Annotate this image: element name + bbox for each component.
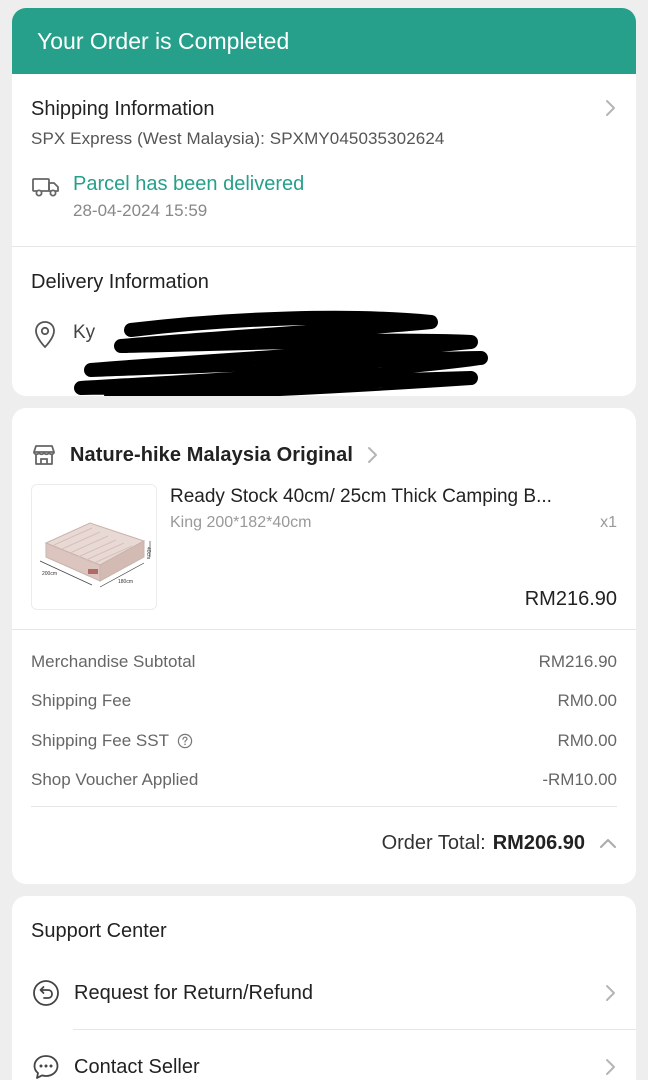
- delivery-address: Ky ...gor: [31, 310, 617, 396]
- shipping-fee-value: RM0.00: [557, 691, 617, 711]
- shop-name: Nature-hike Malaysia Original: [70, 443, 353, 466]
- chevron-right-icon: [606, 100, 615, 116]
- shipping-information-title: Shipping Information: [31, 98, 215, 120]
- truck-icon: [32, 178, 59, 197]
- support-center-title: Support Center: [31, 920, 167, 942]
- merchandise-subtotal-value: RM216.90: [538, 651, 617, 671]
- summary-row: Shop Voucher Applied -RM10.00: [31, 761, 617, 801]
- chevron-right-icon: [606, 985, 615, 1001]
- request-return-refund-item[interactable]: Request for Return/Refund: [12, 956, 636, 1030]
- delivery-information-title: Delivery Information: [31, 271, 209, 293]
- shipping-fee-label: Shipping Fee: [31, 691, 132, 711]
- contact-seller-item[interactable]: Contact Seller: [12, 1030, 636, 1080]
- shop-icon: [33, 445, 55, 465]
- thumb-height-label: 40cm: [145, 547, 151, 559]
- product-thumbnail: 200cm 180cm 40cm: [31, 484, 157, 610]
- order-details-card: Nature-hike Malaysia Original 200cm 180c…: [12, 408, 636, 884]
- product-title: Ready Stock 40cm/ 25cm Thick Camping B..…: [170, 486, 552, 507]
- order-total-row[interactable]: Order Total: RM206.90: [31, 807, 617, 879]
- order-total-label: Order Total:: [381, 831, 486, 854]
- tracking-status-row: Parcel has been delivered 28-04-2024 15:…: [31, 173, 617, 221]
- summary-row: Merchandise Subtotal RM216.90: [31, 642, 617, 682]
- order-total-value: RM206.90: [492, 831, 585, 854]
- redaction-scribble: [74, 310, 488, 396]
- merchandise-subtotal-label: Merchandise Subtotal: [31, 651, 196, 671]
- shop-header[interactable]: Nature-hike Malaysia Original: [12, 408, 636, 478]
- product-quantity: x1: [600, 514, 617, 531]
- chevron-right-icon: [606, 1059, 615, 1075]
- return-icon: [33, 980, 59, 1006]
- order-status-banner: Your Order is Completed: [12, 8, 636, 74]
- chat-icon: [33, 1055, 59, 1079]
- air-mattress-image: 200cm 180cm 40cm: [39, 522, 151, 588]
- tracking-status-text: Parcel has been delivered: [73, 173, 305, 195]
- order-status-card: Your Order is Completed Shipping Informa…: [12, 8, 636, 396]
- shipping-information-section[interactable]: Shipping Information SPX Express (West M…: [12, 74, 636, 247]
- shipping-fee-sst-label: Shipping Fee SST: [31, 730, 169, 750]
- summary-row: Shipping Fee SST RM0.00: [31, 721, 617, 761]
- price-summary: Merchandise Subtotal RM216.90 Shipping F…: [12, 630, 636, 879]
- support-center-card: Support Center Request for Return/Refund…: [12, 896, 636, 1080]
- question-mark-icon[interactable]: [177, 733, 193, 749]
- courier-tracking-number: SPX Express (West Malaysia): SPXMY045035…: [31, 129, 445, 148]
- tracking-timestamp: 28-04-2024 15:59: [73, 201, 208, 220]
- delivery-information-section: Delivery Information Ky ...gor: [12, 247, 636, 396]
- shop-voucher-value: -RM10.00: [542, 770, 617, 790]
- product-variant: King 200*182*40cm: [170, 514, 312, 531]
- contact-seller-label: Contact Seller: [74, 1055, 200, 1078]
- request-return-refund-label: Request for Return/Refund: [74, 981, 314, 1004]
- thumb-depth-label: 180cm: [118, 579, 133, 585]
- chevron-right-icon: [368, 447, 377, 463]
- chevron-up-icon[interactable]: [599, 837, 617, 849]
- shop-voucher-label: Shop Voucher Applied: [31, 770, 199, 790]
- thumb-width-label: 200cm: [42, 571, 57, 577]
- product-price: RM216.90: [524, 588, 617, 610]
- product-item[interactable]: 200cm 180cm 40cm Ready Stock 40cm/ 25cm …: [12, 478, 636, 630]
- shipping-fee-sst-value: RM0.00: [557, 730, 617, 750]
- summary-row: Shipping Fee RM0.00: [31, 682, 617, 722]
